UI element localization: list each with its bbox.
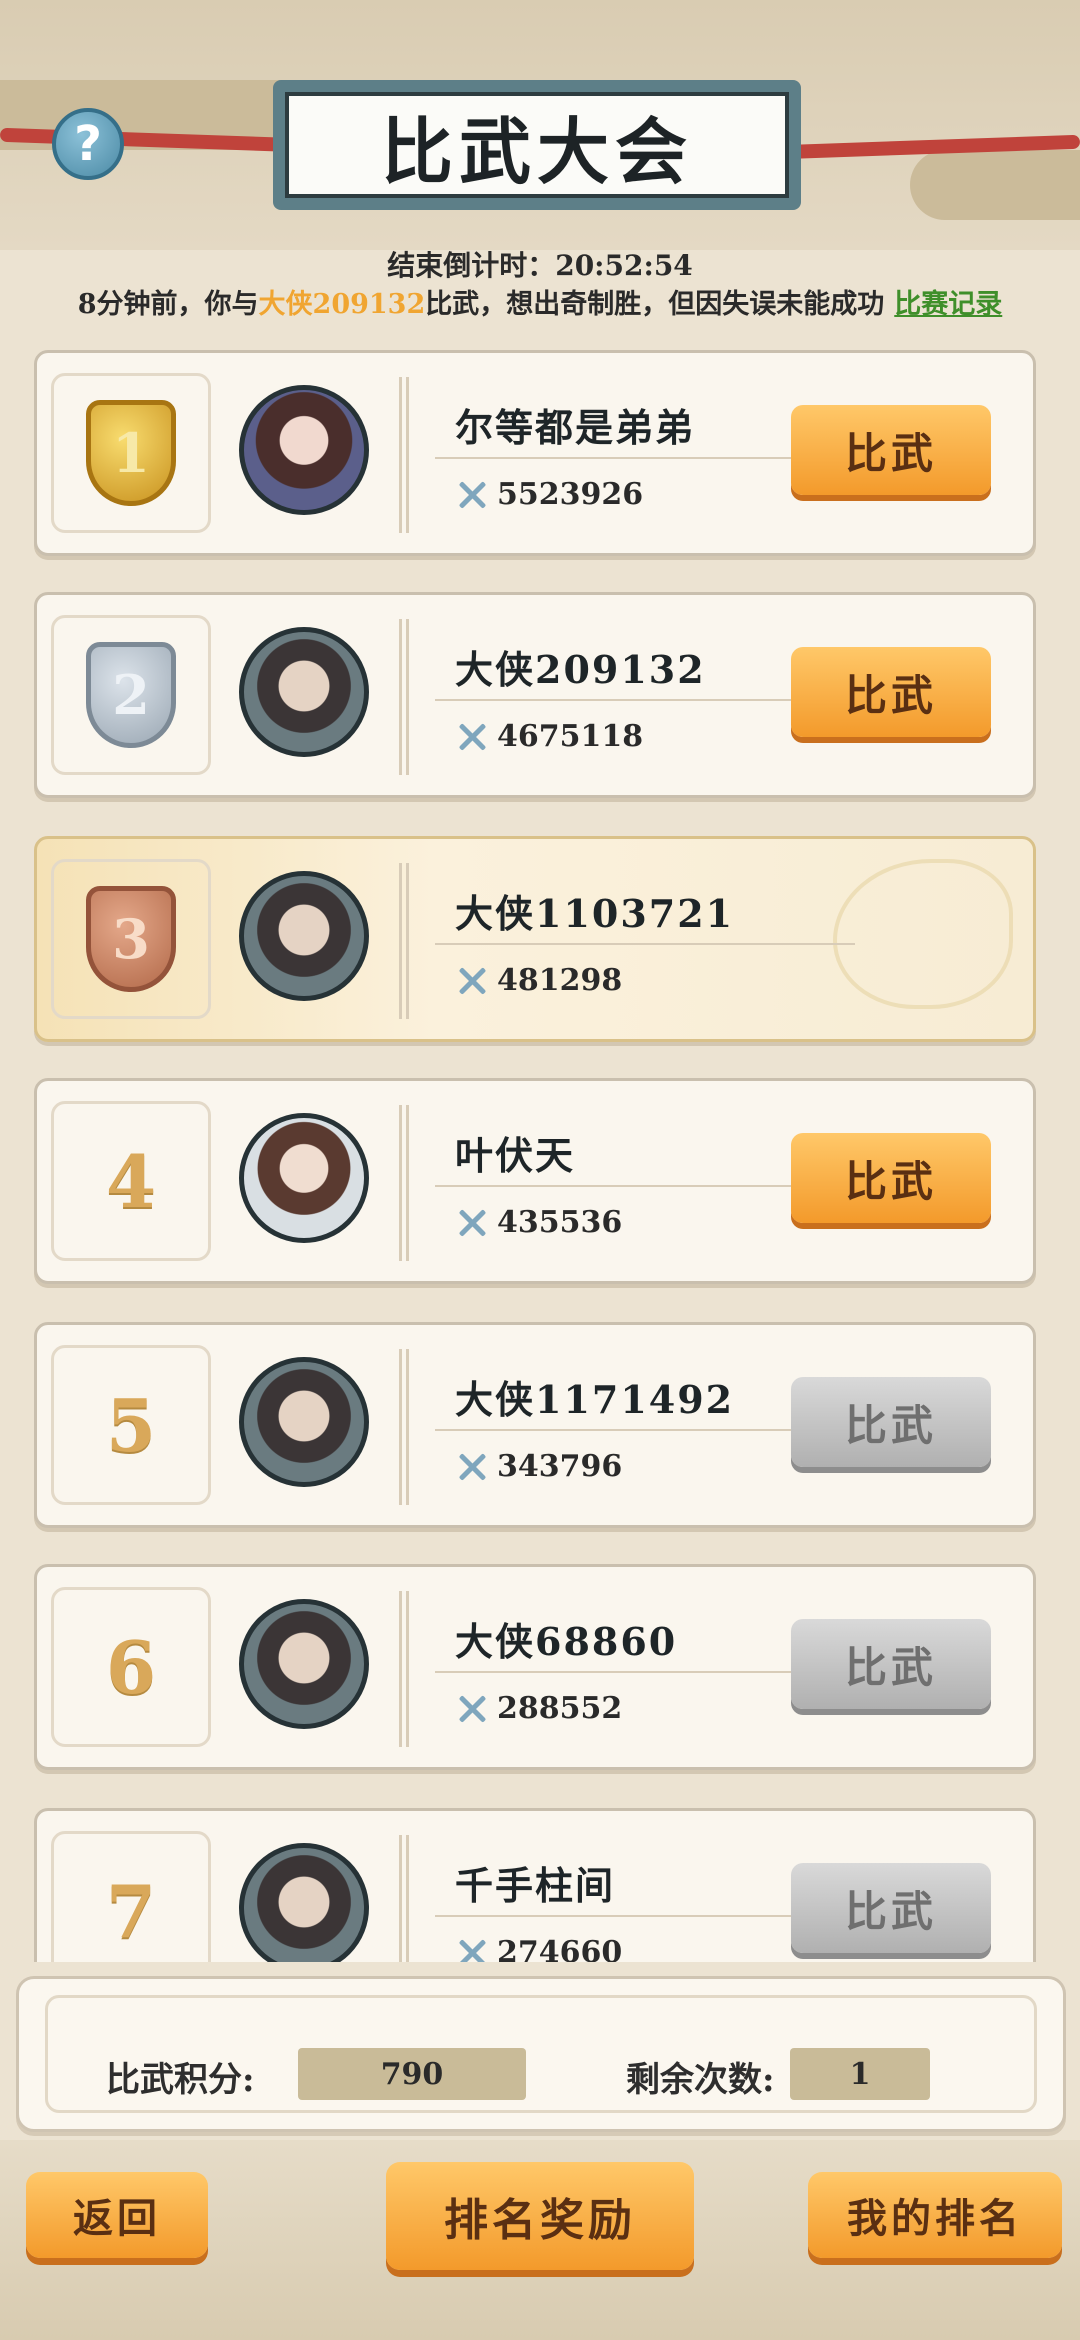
duel-button[interactable]: 比武 (791, 647, 991, 737)
avatar[interactable] (239, 385, 369, 515)
stats-frame: 比武积分: 790 剩余次数: 1 (45, 1995, 1037, 2113)
ranking-row: 1 尔等都是弟弟 5523926 比武 (34, 350, 1036, 556)
countdown-time: 20:52:54 (555, 249, 693, 282)
crossed-swords-icon (455, 1692, 489, 1726)
combat-power: 343796 (455, 1449, 622, 1484)
combat-power: 5523926 (455, 477, 643, 512)
notice-opponent-name: 大侠209132 (258, 289, 426, 320)
crossed-swords-icon (455, 1450, 489, 1484)
battle-notice: 8分钟前，你与大侠209132比武，想出奇制胜，但因失误未能成功 比赛记录 (0, 282, 1080, 321)
crossed-swords-icon (455, 1936, 489, 1963)
avatar[interactable] (239, 1357, 369, 1487)
power-value: 274660 (497, 1935, 623, 1962)
duel-score-label: 比武积分: (106, 2060, 255, 2100)
ranking-row-self: 3 大侠1103721 481298 (34, 836, 1036, 1042)
divider (399, 1835, 409, 1962)
crossed-swords-icon (455, 478, 489, 512)
back-button[interactable]: 返回 (26, 2172, 208, 2258)
gold-medal-icon: 1 (86, 400, 176, 506)
power-value: 5523926 (497, 477, 644, 512)
combat-power: 481298 (455, 963, 622, 998)
power-value: 481298 (497, 963, 623, 998)
power-value: 343796 (497, 1449, 623, 1484)
divider (435, 943, 855, 945)
power-value: 435536 (497, 1205, 623, 1240)
rank-number: 3 (112, 907, 150, 971)
rank-badge: 6 (51, 1587, 211, 1747)
page-title: 比武大会 (285, 92, 789, 198)
avatar[interactable] (239, 627, 369, 757)
countdown-label: 结束倒计时： (387, 249, 556, 282)
player-name: 大侠68860 (455, 1619, 678, 1664)
match-record-link[interactable]: 比赛记录 (894, 289, 1002, 320)
stats-panel: 比武积分: 790 剩余次数: 1 (16, 1976, 1066, 2132)
crossed-swords-icon (455, 1206, 489, 1240)
ranking-row: 7 千手柱间 274660 比武 (34, 1808, 1036, 1962)
divider (399, 1349, 409, 1505)
rank-number: 1 (112, 421, 150, 485)
crossed-swords-icon (455, 720, 489, 754)
ranking-row: 6 大侠68860 288552 比武 (34, 1564, 1036, 1770)
avatar[interactable] (239, 1843, 369, 1962)
avatar[interactable] (239, 1599, 369, 1729)
help-button[interactable]: ? (52, 108, 124, 180)
avatar[interactable] (239, 871, 369, 1001)
power-value: 4675118 (497, 719, 644, 754)
rank-badge: 1 (51, 373, 211, 533)
divider (399, 1105, 409, 1261)
countdown: 结束倒计时：20:52:54 (0, 244, 1080, 284)
crossed-swords-icon (455, 964, 489, 998)
player-name: 尔等都是弟弟 (455, 405, 696, 450)
divider (399, 863, 409, 1019)
player-name: 叶伏天 (455, 1133, 576, 1178)
player-name: 大侠1171492 (455, 1377, 735, 1422)
bronze-medal-icon: 3 (86, 886, 176, 992)
power-value: 288552 (497, 1691, 623, 1726)
duel-button-disabled[interactable]: 比武 (791, 1619, 991, 1709)
notice-suffix: 比武，想出奇制胜，但因失误未能成功 (425, 289, 885, 320)
rank-number: 6 (105, 1624, 157, 1710)
rank-number: 4 (105, 1138, 157, 1224)
question-mark-icon: ? (74, 116, 102, 172)
duel-score-value: 790 (298, 2048, 526, 2100)
rank-badge: 4 (51, 1101, 211, 1261)
rank-badge: 5 (51, 1345, 211, 1505)
player-name: 大侠1103721 (455, 891, 735, 936)
remaining-count-value: 1 (790, 2048, 930, 2100)
ranking-row: 2 大侠209132 4675118 比武 (34, 592, 1036, 798)
title-plaque: 比武大会 (273, 80, 801, 210)
divider (399, 619, 409, 775)
rank-badge: 3 (51, 859, 211, 1019)
rank-reward-button[interactable]: 排名奖励 (386, 2162, 694, 2270)
combat-power: 274660 (455, 1935, 622, 1962)
ranking-row: 5 大侠1171492 343796 比武 (34, 1322, 1036, 1528)
rank-number: 2 (112, 663, 150, 727)
ranking-row: 4 叶伏天 435536 比武 (34, 1078, 1036, 1284)
rank-number: 7 (105, 1868, 157, 1954)
duel-button[interactable]: 比武 (791, 1133, 991, 1223)
combat-power: 288552 (455, 1691, 622, 1726)
duel-button-disabled[interactable]: 比武 (791, 1863, 991, 1953)
combat-power: 435536 (455, 1205, 622, 1240)
duel-button[interactable]: 比武 (791, 405, 991, 495)
ranking-list[interactable]: 1 尔等都是弟弟 5523926 比武 2 大侠209132 4675118 比… (34, 350, 1040, 1962)
player-name: 千手柱间 (455, 1863, 616, 1908)
silver-medal-icon: 2 (86, 642, 176, 748)
divider (399, 1591, 409, 1747)
rank-number: 5 (105, 1382, 157, 1468)
player-name: 大侠209132 (455, 647, 706, 692)
combat-power: 4675118 (455, 719, 643, 754)
divider (399, 377, 409, 533)
cloud-decoration (910, 150, 1080, 220)
my-rank-button[interactable]: 我的排名 (808, 2172, 1062, 2258)
avatar[interactable] (239, 1113, 369, 1243)
duel-button-disabled[interactable]: 比武 (791, 1377, 991, 1467)
remaining-count-label: 剩余次数: (626, 2060, 775, 2100)
cloud-decoration (833, 859, 1013, 1009)
rank-badge: 7 (51, 1831, 211, 1962)
rank-badge: 2 (51, 615, 211, 775)
notice-prefix: 8分钟前，你与 (77, 289, 259, 320)
